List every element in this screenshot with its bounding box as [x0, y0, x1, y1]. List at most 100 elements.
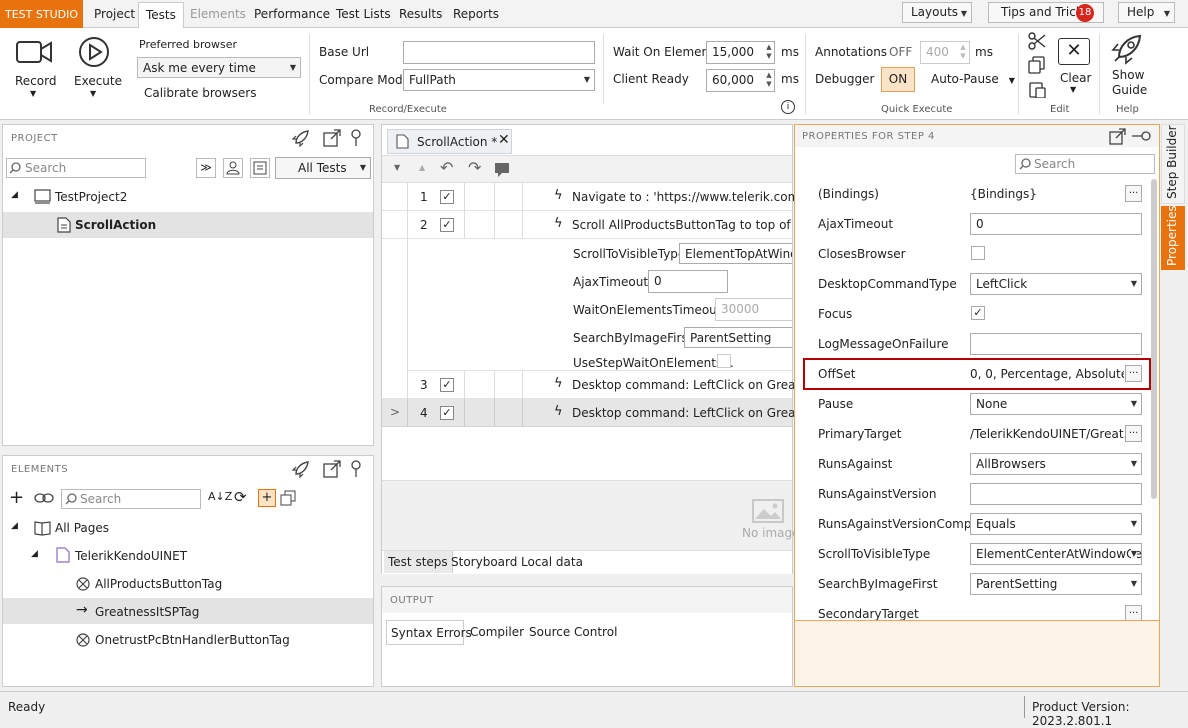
tree-item-project[interactable]: TestProject2 — [55, 190, 127, 204]
record-button[interactable]: Record ▼ — [10, 34, 58, 102]
scrollbar[interactable] — [1151, 179, 1157, 499]
step-enabled-checkbox[interactable]: ✓ — [440, 190, 454, 204]
tree-item-element[interactable]: OnetrustPcBtnHandlerButtonTag — [95, 633, 290, 647]
focus-checkbox[interactable]: ✓ — [971, 306, 985, 320]
ellipsis-button[interactable]: ... — [1125, 605, 1142, 620]
pop-out-icon[interactable] — [323, 129, 341, 147]
calibrate-browsers-button[interactable]: Calibrate browsers — [144, 86, 256, 100]
tab-reports[interactable]: Reports — [446, 2, 506, 28]
info-icon[interactable]: i — [781, 100, 795, 114]
tab-local-data[interactable]: Local data — [517, 551, 587, 573]
tab-test-lists[interactable]: Test Lists — [329, 2, 398, 28]
tab-storyboard[interactable]: Storyboard — [447, 551, 521, 573]
clear-icon[interactable]: ✕ — [1058, 38, 1090, 65]
cut-icon[interactable] — [1028, 32, 1046, 50]
search-image-select[interactable]: ParentSetting — [684, 327, 792, 348]
expand-arrow-icon[interactable]: ◢ — [11, 190, 18, 200]
close-icon[interactable]: ✕ — [498, 132, 510, 148]
tab-project[interactable]: Project — [87, 2, 142, 28]
expand-arrow-icon[interactable]: ◢ — [31, 549, 38, 559]
auto-pause-dropdown[interactable]: Auto-Pause ▼ — [931, 72, 1015, 86]
tree-item-page[interactable]: TelerikKendoUINET — [75, 549, 187, 563]
tab-tests[interactable]: Tests — [138, 2, 184, 29]
log-message-input[interactable] — [970, 333, 1142, 355]
layouts-dropdown[interactable]: Layouts ▼ — [902, 2, 972, 23]
runs-against-select[interactable]: AllBrowsers ▼ — [970, 453, 1142, 475]
tree-item-element-selected[interactable]: GreatnessItSPTag — [95, 605, 199, 619]
ellipsis-button[interactable]: ... — [1125, 365, 1142, 382]
tab-results[interactable]: Results — [392, 2, 449, 28]
annotations-toggle[interactable]: OFF — [889, 45, 912, 59]
ellipsis-button[interactable]: ... — [1125, 425, 1142, 442]
step-row[interactable]: 2 ✓ ϟ Scroll AllProductsButtonTag to top… — [382, 211, 840, 239]
move-down-icon[interactable]: ▼ — [394, 163, 400, 172]
properties-search-input[interactable]: Search — [1015, 154, 1155, 174]
pin-icon[interactable] — [349, 129, 363, 147]
scroll-type-select[interactable]: ElementTopAtWindowTop — [679, 243, 792, 264]
project-search-input[interactable]: Search — [6, 158, 146, 178]
undo-icon[interactable]: ↶ — [440, 158, 453, 177]
rocket-icon[interactable] — [292, 129, 310, 147]
base-url-input[interactable] — [403, 41, 595, 64]
step-enabled-checkbox[interactable]: ✓ — [440, 406, 454, 420]
add-element-toggle-icon[interactable]: + — [258, 489, 276, 507]
side-tab-properties[interactable]: Properties — [1161, 205, 1185, 270]
collapse-all-icon[interactable]: ≫ — [196, 158, 216, 178]
ellipsis-button[interactable]: ... — [1125, 185, 1142, 202]
tree-item-test[interactable]: ScrollAction — [75, 218, 156, 232]
comment-icon[interactable] — [494, 162, 510, 178]
help-dropdown[interactable]: Help ▼ — [1118, 2, 1175, 23]
tab-test-steps[interactable]: Test steps — [384, 551, 453, 573]
test-filter-select[interactable]: All Tests ▼ — [275, 157, 371, 179]
compare-mode-select[interactable]: FullPath ▼ — [403, 69, 595, 91]
pop-out-icon[interactable] — [323, 460, 341, 478]
rocket-icon[interactable] — [1110, 32, 1144, 66]
step-enabled-checkbox[interactable]: ✓ — [440, 218, 454, 232]
spinner-arrows-icon[interactable]: ▲ ▼ — [957, 43, 969, 61]
clear-button[interactable]: Clear — [1060, 71, 1091, 85]
show-guide-button[interactable]: Show Guide — [1112, 68, 1147, 98]
tree-item-element[interactable]: AllProductsButtonTag — [95, 577, 222, 591]
move-up-icon[interactable]: ▲ — [419, 163, 425, 172]
refresh-icon[interactable]: ⟳ — [234, 488, 247, 506]
wait-timeout-input[interactable]: 30000 — [715, 298, 792, 321]
redo-icon[interactable]: ↷ — [468, 158, 481, 177]
version-compare-select[interactable]: Equals ▼ — [970, 513, 1142, 535]
closes-browser-checkbox[interactable] — [971, 246, 985, 260]
use-step-wait-checkbox[interactable] — [717, 354, 731, 368]
duplicate-icon[interactable] — [280, 490, 296, 506]
execute-button[interactable]: Execute ▼ — [70, 34, 122, 102]
add-icon[interactable]: + — [9, 489, 24, 507]
pause-select[interactable]: None ▼ — [970, 393, 1142, 415]
link-icon[interactable] — [34, 491, 54, 505]
step-row[interactable]: 3 ✓ ϟ Desktop command: LeftClick on Grea… — [382, 371, 871, 399]
spinner-arrows-icon[interactable]: ▲ ▼ — [763, 43, 775, 61]
expand-arrow-icon[interactable]: ◢ — [11, 521, 18, 531]
search-by-image-select[interactable]: ParentSetting ▼ — [970, 573, 1142, 595]
side-tab-step-builder[interactable]: Step Builder — [1161, 124, 1185, 204]
sort-az-icon[interactable]: A↓Z — [208, 490, 232, 503]
user-icon[interactable] — [223, 158, 243, 178]
rocket-icon[interactable] — [292, 460, 310, 478]
pop-out-icon[interactable] — [1109, 128, 1126, 145]
desktop-command-select[interactable]: LeftClick ▼ — [970, 273, 1142, 295]
tab-syntax-errors[interactable]: Syntax Errors — [386, 620, 472, 645]
paste-icon[interactable] — [1028, 80, 1046, 98]
step-enabled-checkbox[interactable]: ✓ — [440, 378, 454, 392]
preferred-browser-select[interactable]: Ask me every time ▼ — [137, 57, 301, 78]
spinner-arrows-icon[interactable]: ▲ ▼ — [763, 71, 775, 89]
ajax-timeout-value[interactable]: 0 — [970, 213, 1142, 235]
editor-tab[interactable]: ScrollAction * ✕ — [387, 129, 512, 154]
tab-elements[interactable]: Elements — [183, 2, 253, 28]
tab-compiler[interactable]: Compiler — [470, 625, 524, 639]
runs-against-version-input[interactable] — [970, 483, 1142, 505]
pin-icon[interactable] — [1132, 130, 1152, 142]
elements-search-input[interactable]: Search — [61, 489, 201, 509]
copy-icon[interactable] — [1028, 56, 1046, 74]
pin-icon[interactable] — [349, 460, 363, 478]
scroll-visible-select[interactable]: ElementCenterAtWindowCenter▼ — [970, 543, 1142, 565]
ajax-timeout-input[interactable]: 0 — [648, 270, 728, 293]
step-row[interactable]: 1 ✓ ϟ Navigate to : 'https://www.telerik… — [382, 183, 807, 211]
debugger-toggle[interactable]: ON — [881, 67, 915, 92]
step-row-selected[interactable]: > 4 ✓ ϟ Desktop command: LeftClick on Gr… — [382, 399, 871, 427]
